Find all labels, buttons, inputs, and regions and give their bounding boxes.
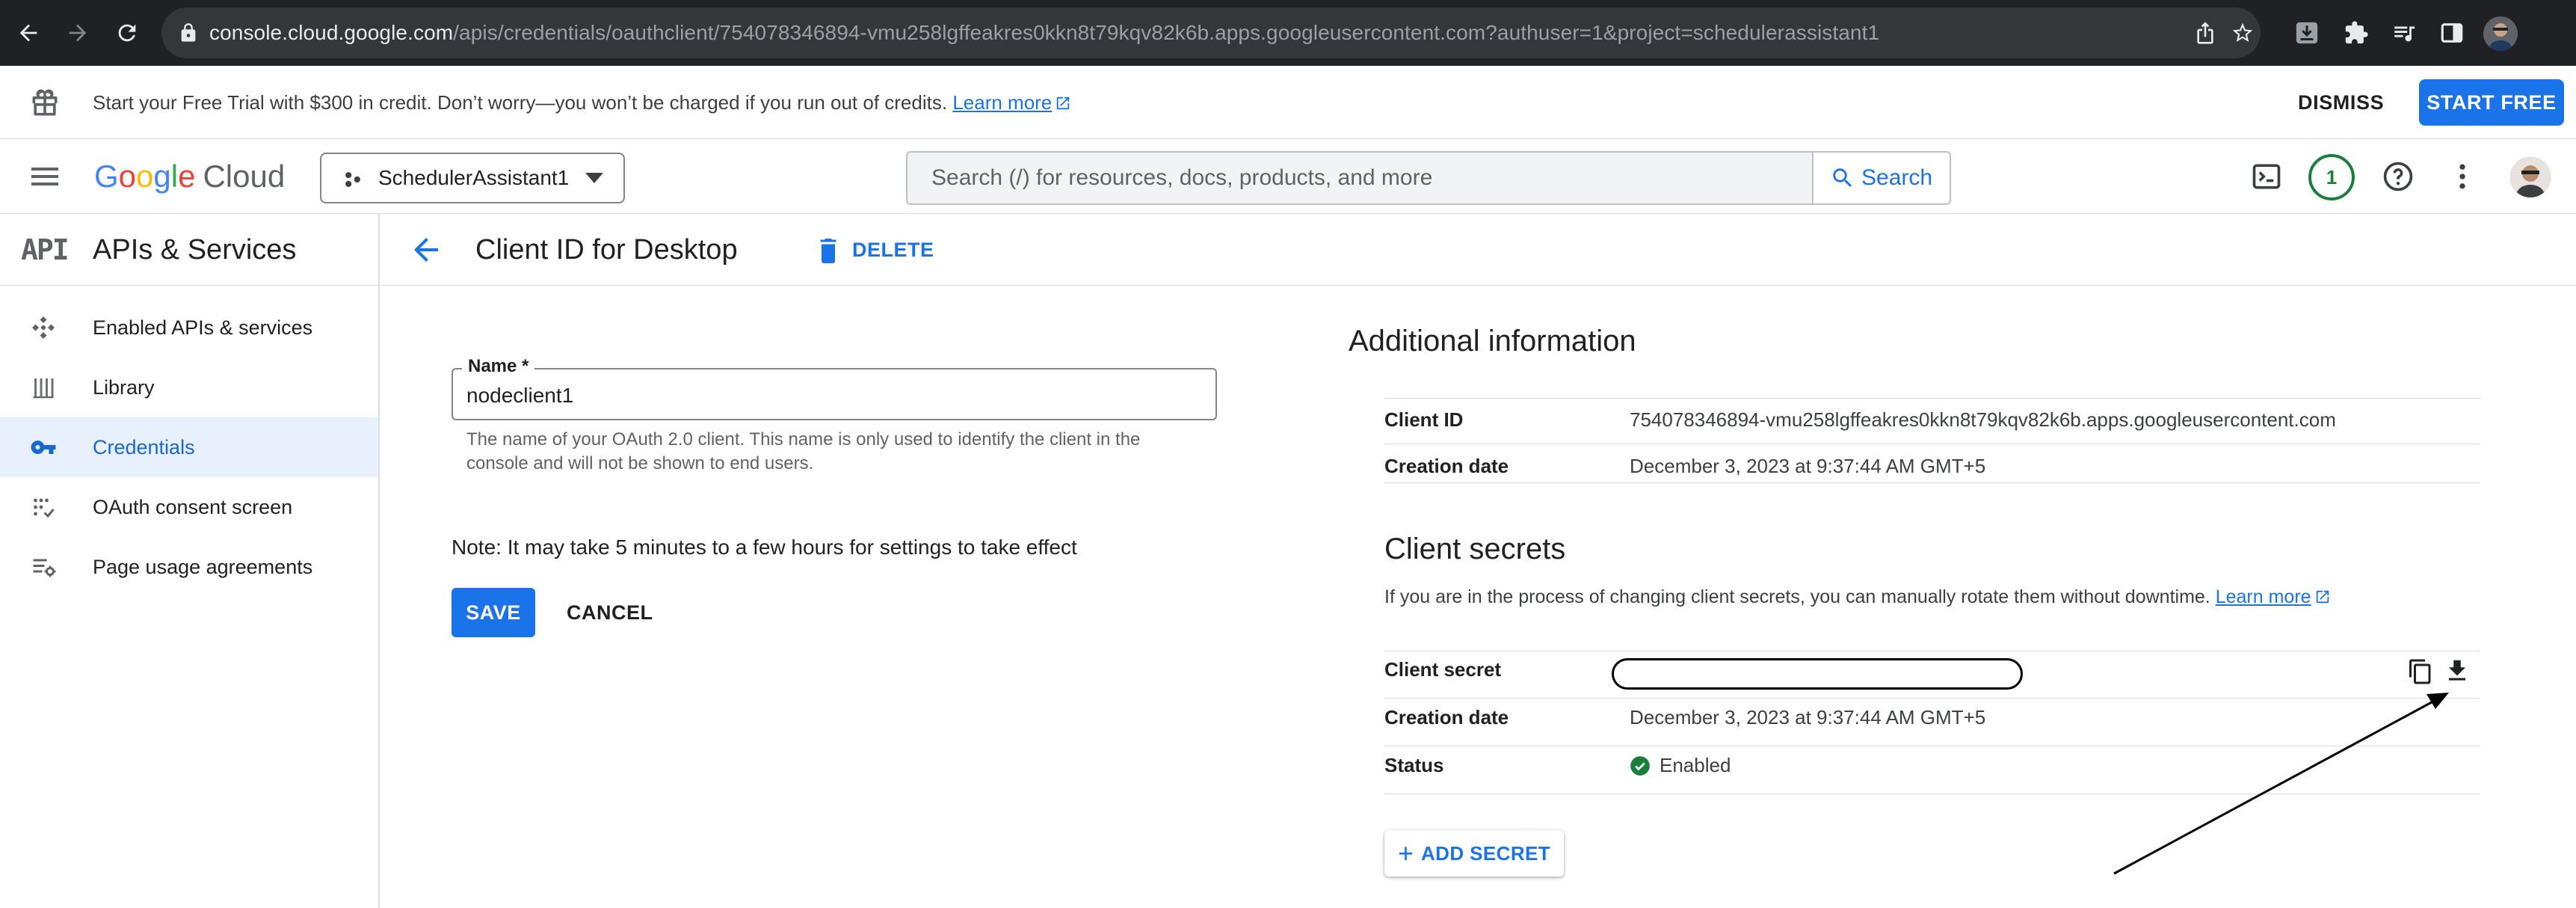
main-content: Client ID for Desktop DELETE Name * node…: [381, 214, 2576, 908]
secret-creation-date-value: December 3, 2023 at 9:37:44 AM GMT+5: [1630, 706, 1986, 728]
page-title: Client ID for Desktop: [475, 234, 738, 266]
external-link-icon: [1057, 96, 1070, 110]
search-icon: [1833, 168, 1852, 188]
cancel-button[interactable]: CANCEL: [555, 588, 665, 637]
lock-icon: [181, 23, 196, 42]
chevron-down-icon: [585, 173, 603, 183]
account-avatar[interactable]: [2510, 157, 2551, 197]
status-value: Enabled: [1630, 754, 1731, 777]
bookmark-star-icon[interactable]: [2231, 21, 2255, 45]
more-options-icon[interactable]: [2444, 159, 2480, 194]
consent-icon: [34, 498, 55, 518]
client-secret-label: Client secret: [1384, 658, 1502, 681]
google-cloud-logo[interactable]: Google Cloud: [94, 139, 285, 214]
enabled-apis-icon: [32, 316, 55, 339]
gift-icon: [32, 89, 58, 116]
creation-date-row: Creation date December 3, 2023 at 9:37:4…: [1384, 455, 2480, 483]
project-name: SchedulerAssistant1: [378, 166, 570, 189]
browser-toolbar: console.cloud.google.com/apis/credential…: [0, 0, 2576, 66]
notifications-badge[interactable]: 1: [2308, 154, 2355, 200]
name-input[interactable]: nodeclient1: [466, 369, 573, 419]
address-bar[interactable]: console.cloud.google.com/apis/credential…: [161, 7, 2261, 58]
back-arrow-icon[interactable]: [408, 232, 444, 268]
project-picker[interactable]: SchedulerAssistant1: [320, 153, 625, 203]
url-text: console.cloud.google.com/apis/credential…: [209, 21, 1880, 44]
secret-creation-date-label: Creation date: [1384, 706, 1509, 728]
reload-icon[interactable]: [109, 15, 145, 51]
save-button[interactable]: SAVE: [452, 588, 535, 637]
dismiss-button[interactable]: DISMISS: [2298, 66, 2384, 139]
search-button[interactable]: Search: [1812, 153, 1950, 203]
plus-icon: +: [1397, 838, 1414, 868]
api-icon: API: [21, 233, 70, 266]
client-id-row: Client ID 754078346894-vmu258lgffeakres0…: [1384, 408, 2480, 444]
sidebar-item-library[interactable]: Library: [0, 358, 378, 417]
start-free-button[interactable]: START FREE: [2419, 79, 2564, 126]
project-icon: [345, 172, 360, 187]
copy-icon[interactable]: [2407, 658, 2434, 685]
page-header: Client ID for Desktop DELETE: [381, 214, 2576, 286]
search-input[interactable]: Search (/) for resources, docs, products…: [931, 153, 1432, 203]
client-secrets-heading: Client secrets: [1384, 533, 1566, 565]
name-field[interactable]: Name * nodeclient1: [452, 356, 1217, 420]
sidebar: API APIs & Services Enabled APIs & servi…: [0, 214, 380, 908]
additional-info-heading: Additional information: [1349, 325, 1636, 358]
trash-icon: [820, 239, 836, 263]
status-label: Status: [1384, 754, 1444, 776]
secrets-learn-more-link[interactable]: Learn more: [2216, 586, 2311, 607]
secret-creation-date-row: Creation date December 3, 2023 at 9:37:4…: [1384, 706, 2480, 746]
sidebar-item-oauth-consent[interactable]: OAuth consent screen: [0, 477, 378, 537]
sidebar-item-page-usage[interactable]: Page usage agreements: [0, 537, 378, 597]
name-hint: The name of your OAuth 2.0 client. This …: [466, 429, 1141, 473]
client-secret-value[interactable]: [1612, 658, 2023, 690]
divider: [1384, 398, 2480, 399]
cloud-console-header: Google Cloud SchedulerAssistant1 Search (…: [0, 139, 2576, 214]
client-id-label: Client ID: [1384, 408, 1464, 431]
settings-note: Note: It may take 5 minutes to a few hou…: [452, 536, 1077, 559]
extensions-icon[interactable]: [2340, 16, 2373, 49]
cloud-shell-icon[interactable]: [2249, 159, 2284, 194]
downloads-icon[interactable]: [2290, 16, 2323, 49]
forward-icon[interactable]: [60, 15, 96, 51]
back-icon[interactable]: [10, 15, 46, 51]
status-row: Status Enabled: [1384, 754, 2480, 794]
sidebar-item-credentials[interactable]: Credentials: [0, 417, 378, 477]
external-link-icon: [2316, 590, 2329, 604]
banner-text: Start your Free Trial with $300 in credi…: [93, 66, 1071, 139]
client-secrets-description: If you are in the process of changing cl…: [1384, 586, 2331, 608]
settings-list-icon: [33, 559, 56, 577]
library-icon: [33, 378, 54, 399]
browser-profile-avatar[interactable]: [2483, 16, 2518, 51]
search-bar[interactable]: Search (/) for resources, docs, products…: [906, 151, 1951, 205]
creation-date-value: December 3, 2023 at 9:37:44 AM GMT+5: [1630, 455, 1986, 477]
main-menu-icon[interactable]: [27, 159, 63, 194]
sidebar-header: API APIs & Services: [0, 214, 378, 286]
add-secret-button[interactable]: + ADD SECRET: [1384, 830, 1564, 877]
client-id-value: 754078346894-vmu258lgffeakres0kkn8t79kqv…: [1630, 408, 2336, 431]
download-icon[interactable]: [2443, 657, 2471, 685]
key-icon: [31, 441, 56, 454]
help-icon[interactable]: [2380, 159, 2416, 194]
delete-button[interactable]: DELETE: [815, 230, 934, 269]
share-icon[interactable]: [2193, 21, 2217, 45]
creation-date-label: Creation date: [1384, 455, 1509, 477]
media-queue-icon[interactable]: [2388, 16, 2421, 49]
free-trial-banner: Start your Free Trial with $300 in credi…: [0, 66, 2576, 139]
sidebar-title: APIs & Services: [93, 234, 297, 266]
side-panel-icon[interactable]: [2435, 16, 2468, 49]
check-circle-icon: [1630, 755, 1650, 776]
sidebar-item-enabled-apis[interactable]: Enabled APIs & services: [0, 298, 378, 358]
banner-learn-more-link[interactable]: Learn more: [952, 91, 1052, 114]
